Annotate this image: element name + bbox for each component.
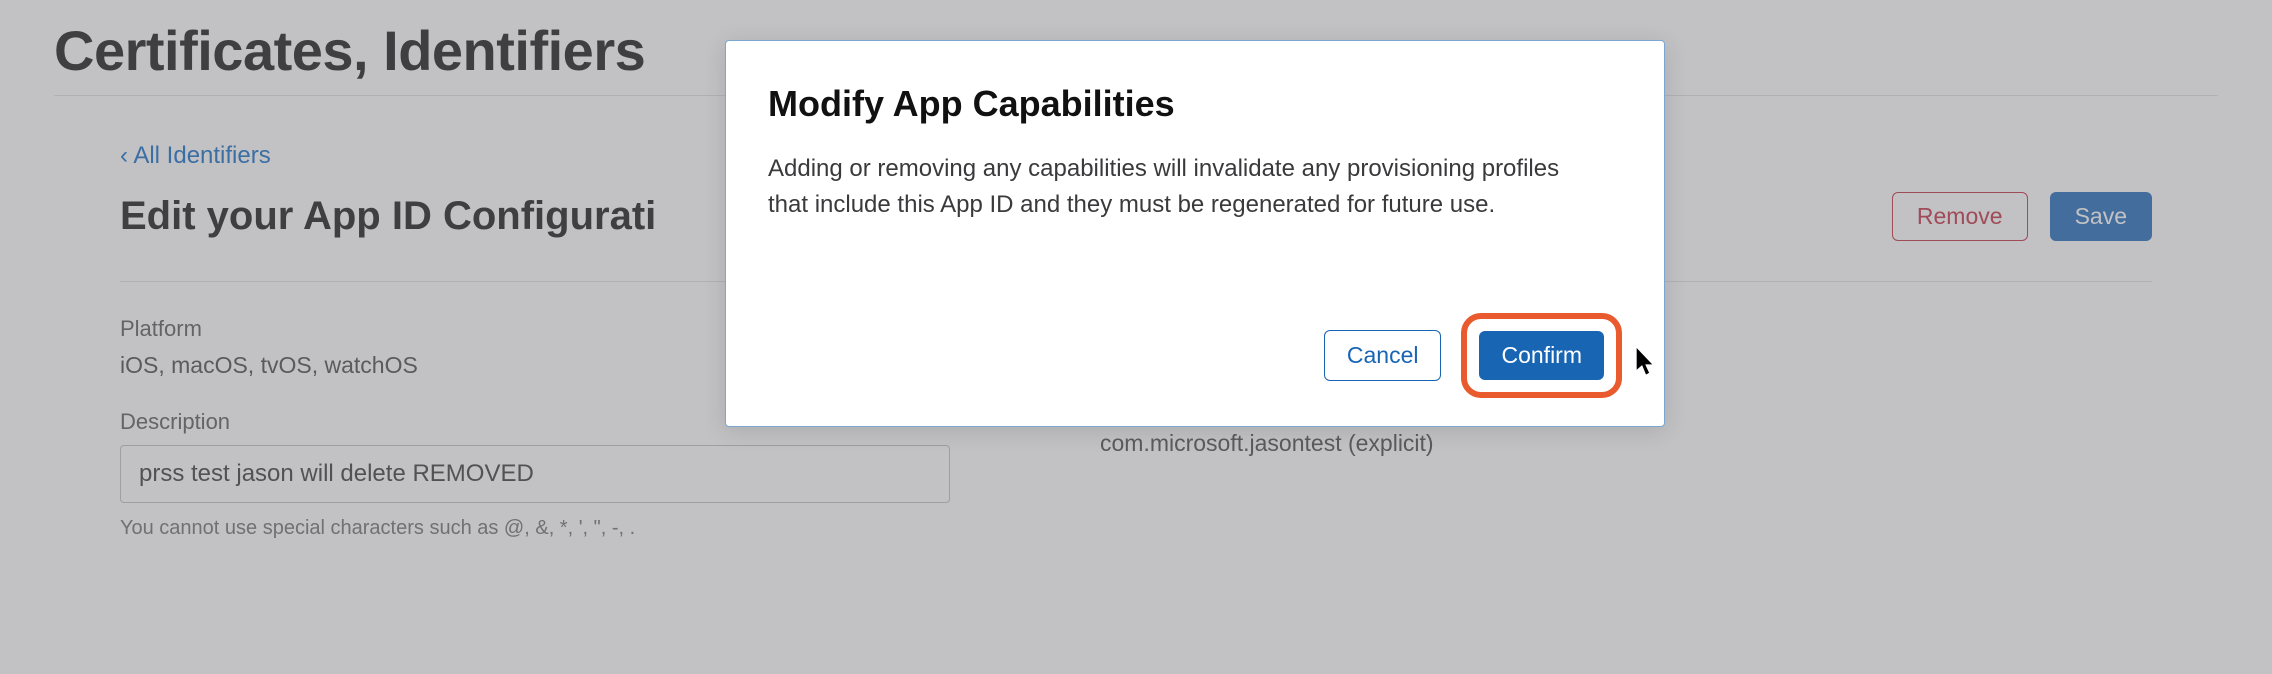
modal-title: Modify App Capabilities bbox=[768, 83, 1622, 125]
modal-action-row: Cancel Confirm bbox=[768, 313, 1622, 398]
confirm-highlight: Confirm bbox=[1461, 313, 1622, 398]
confirm-button[interactable]: Confirm bbox=[1479, 331, 1604, 380]
modal-body-text: Adding or removing any capabilities will… bbox=[768, 151, 1568, 223]
cancel-button[interactable]: Cancel bbox=[1324, 330, 1442, 381]
modify-capabilities-modal: Modify App Capabilities Adding or removi… bbox=[725, 40, 1665, 427]
